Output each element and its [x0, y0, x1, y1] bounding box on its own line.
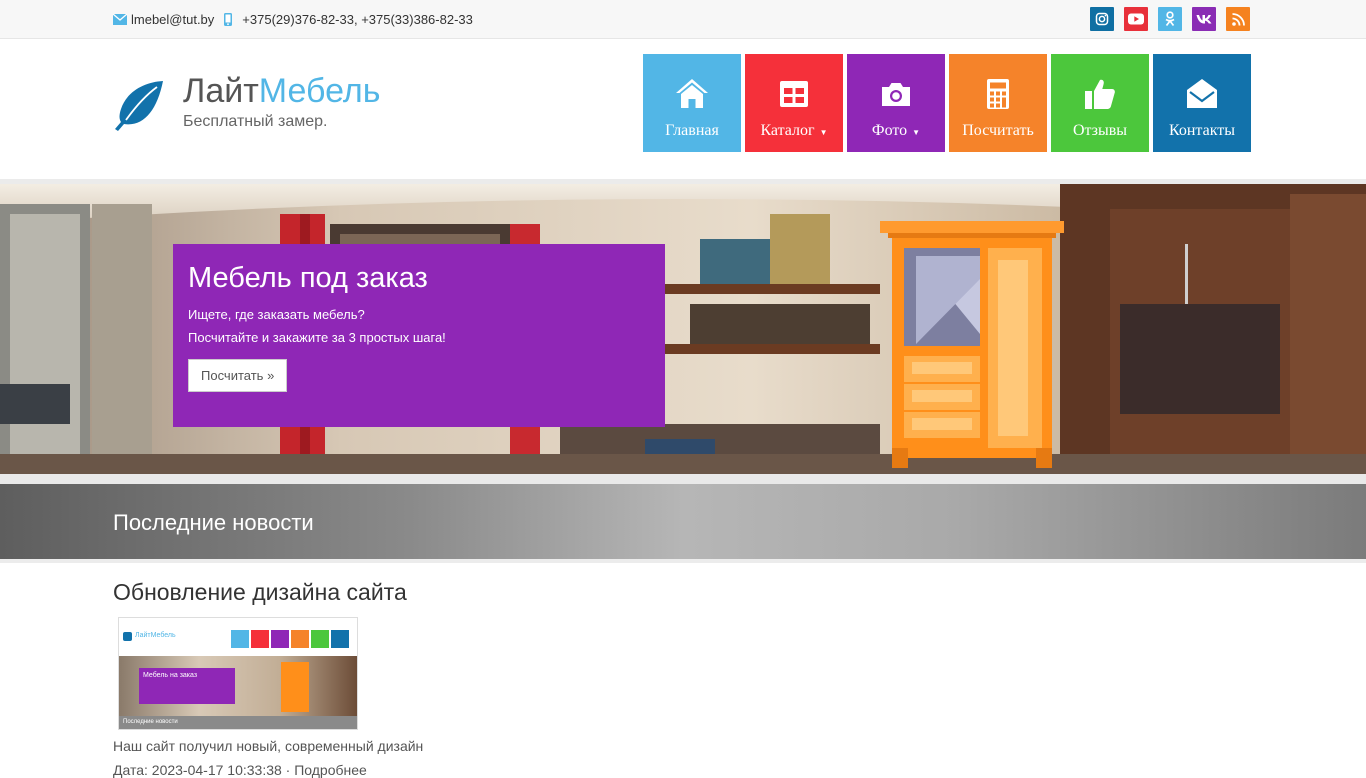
vk-icon: [1196, 15, 1212, 24]
thumbnail-brand: ЛайтМебель: [135, 632, 176, 639]
odnoklassniki-icon: [1165, 11, 1175, 27]
top-bar: lmebel@tut.by +375(29)376-82-33, +375(33…: [0, 0, 1366, 39]
camera-icon: [882, 83, 910, 106]
envelope-open-icon: [1187, 79, 1217, 108]
nav-item-photo[interactable]: Фото ▼: [847, 54, 945, 152]
news-thumbnail[interactable]: ЛайтМебель Мебель на заказ Последние нов…: [118, 617, 358, 730]
cabinet-illustration: [880, 221, 1064, 468]
hero-slider: Мебель под заказ Ищете, где заказать меб…: [0, 184, 1366, 474]
grid-icon: [780, 81, 808, 107]
contact-info: lmebel@tut.by +375(29)376-82-33, +375(33…: [113, 12, 473, 27]
odnoklassniki-button[interactable]: [1158, 7, 1182, 31]
nav-label: Посчитать: [962, 122, 1034, 139]
news-band-title: Последние новости: [113, 510, 314, 535]
news-band: Последние новости: [0, 484, 1366, 559]
nav-label: Главная: [665, 122, 719, 139]
social-links: [1090, 7, 1250, 31]
news-title[interactable]: Обновление дизайна сайта: [113, 579, 1366, 606]
tagline: Бесплатный замер.: [183, 113, 328, 130]
hero-title: Мебель под заказ: [188, 262, 428, 294]
rss-button[interactable]: [1226, 7, 1250, 31]
calculator-icon: [987, 79, 1009, 109]
mobile-phone-icon: [224, 12, 233, 26]
nav-label: Фото: [871, 122, 908, 139]
nav-label: Контакты: [1168, 122, 1236, 139]
main-nav: Главная Каталог ▼ Фото ▼ Посчитать Отзывы …: [643, 54, 1251, 152]
news-item: Обновление дизайна сайта ЛайтМебель Мебе…: [0, 579, 1366, 778]
hero-line-1: Ищете, где заказать мебель?: [188, 307, 365, 322]
youtube-button[interactable]: [1124, 7, 1148, 31]
calculate-button-label: Посчитать: [201, 368, 264, 383]
vk-button[interactable]: [1192, 7, 1216, 31]
news-description: Наш сайт получил новый, современный диза…: [113, 738, 424, 754]
thumbnail-promo: Мебель на заказ: [143, 672, 198, 679]
hero-promo-box: Мебель под заказ Ищете, где заказать меб…: [173, 244, 665, 427]
nav-item-reviews[interactable]: Отзывы: [1051, 54, 1149, 152]
nav-item-catalog[interactable]: Каталог ▼: [745, 54, 843, 152]
instagram-button[interactable]: [1090, 7, 1114, 31]
news-meta: Дата: 2023-04-17 10:33:38 · Подробнее: [113, 762, 367, 778]
dropdown-caret-icon: ▼: [819, 128, 828, 137]
thumbnail-footer: Последние новости: [123, 719, 178, 725]
thumbs-up-icon: [1085, 79, 1115, 109]
nav-label: Отзывы: [1072, 122, 1128, 139]
envelope-icon: [113, 13, 127, 25]
brand-part-2: Мебель: [258, 72, 381, 110]
calculate-button[interactable]: Посчитать »: [188, 359, 288, 392]
youtube-icon: [1128, 13, 1144, 25]
hero-divider: [0, 474, 1366, 484]
email-link[interactable]: lmebel@tut.by: [131, 12, 214, 27]
nav-item-calculate[interactable]: Посчитать: [949, 54, 1047, 152]
band-divider: [0, 559, 1366, 563]
site-header: ЛайтМебель Бесплатный замер. Главная Кат…: [0, 39, 1366, 179]
instagram-icon: [1095, 12, 1109, 26]
site-logo[interactable]: ЛайтМебель Бесплатный замер.: [113, 72, 380, 131]
brand-name: ЛайтМебель: [183, 71, 380, 111]
nav-item-home[interactable]: Главная: [643, 54, 741, 152]
hero-line-2: Посчитайте и закажите за 3 простых шага!: [188, 330, 446, 345]
phone-numbers[interactable]: +375(29)376-82-33, +375(33)386-82-33: [242, 12, 473, 27]
nav-label: Каталог: [760, 122, 815, 139]
feather-logo-icon: [115, 81, 163, 131]
nav-item-contacts[interactable]: Контакты: [1153, 54, 1251, 152]
home-icon: [676, 79, 708, 108]
dropdown-caret-icon: ▼: [912, 128, 921, 137]
rss-icon: [1231, 12, 1245, 26]
brand-part-1: Лайт: [183, 72, 259, 110]
double-chevron-right-icon: »: [267, 368, 275, 383]
